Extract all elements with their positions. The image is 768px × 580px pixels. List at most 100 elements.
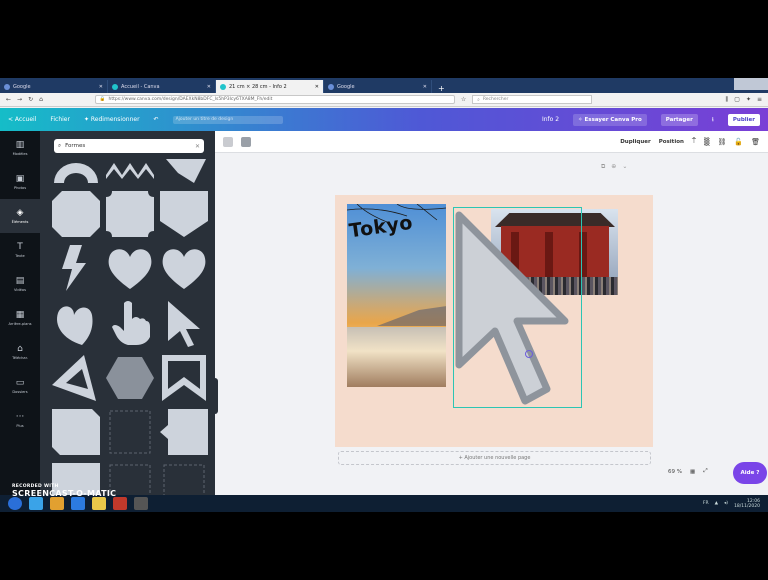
color-swatch[interactable]: [223, 136, 233, 147]
rail-text[interactable]: T Texte: [0, 233, 40, 267]
info-label[interactable]: Info 2: [542, 116, 559, 123]
lock-icon[interactable]: 🔓: [734, 138, 743, 146]
resize-button[interactable]: ✦ Redimensionner: [84, 116, 140, 123]
library-icon[interactable]: ⫼: [726, 96, 729, 104]
design-page[interactable]: Tokyo: [335, 195, 653, 447]
rail-uploads[interactable]: ⌂ Téléchar.: [0, 335, 40, 369]
heart-shape[interactable]: [106, 245, 154, 291]
dashed-frame-shape[interactable]: [106, 409, 154, 455]
rail-more[interactable]: ··· Plus: [0, 403, 40, 437]
google-favicon-icon: [4, 83, 10, 90]
close-icon[interactable]: ✕: [99, 84, 103, 90]
paint-roller-icon[interactable]: ⍑: [692, 137, 696, 146]
octagon-frame-shape[interactable]: [52, 191, 100, 237]
bookmark-outline-shape[interactable]: [160, 355, 208, 401]
transparency-icon[interactable]: ▒: [704, 138, 709, 146]
videos-icon: ▤: [15, 275, 25, 286]
rail-videos[interactable]: ▤ Vidéos: [0, 267, 40, 301]
word-icon[interactable]: [71, 497, 85, 510]
network-icon[interactable]: ▲: [715, 501, 718, 506]
fullscreen-icon[interactable]: ⤢: [703, 468, 707, 475]
close-icon[interactable]: ✕: [315, 84, 319, 90]
google-favicon-icon: [328, 83, 334, 90]
browser-tab-bar: Google ✕ Accueil - Canva ✕ 21 cm × 28 cm…: [0, 78, 768, 93]
bookmark-icon[interactable]: ☆: [461, 96, 466, 103]
close-icon[interactable]: ✕: [207, 84, 211, 90]
zigzag-shape[interactable]: [106, 159, 154, 179]
reload-icon[interactable]: ↻: [28, 96, 33, 103]
rail-folders[interactable]: ▭ Dossiers: [0, 369, 40, 403]
share-button[interactable]: Partager: [660, 113, 698, 126]
home-button[interactable]: < Accueil: [8, 116, 36, 123]
lightning-shape[interactable]: [52, 245, 100, 291]
download-icon[interactable]: ⭳: [712, 115, 714, 125]
scalloped-frame-shape[interactable]: [106, 191, 154, 237]
cursor-arrow-element[interactable]: [453, 209, 581, 409]
position-button[interactable]: Position: [659, 139, 684, 145]
ie-icon[interactable]: [29, 497, 43, 510]
try-pro-button[interactable]: ✧ Essayer Canva Pro: [573, 113, 647, 126]
shapes-search-input[interactable]: ⌕ Formes ✕: [54, 139, 204, 153]
duplicate-button[interactable]: Dupliquer: [620, 139, 650, 145]
shield-shape[interactable]: [160, 191, 208, 237]
copy-page-icon[interactable]: ⧉: [601, 163, 605, 171]
address-bar[interactable]: 🔒 https://www.canva.com/design/DAEXkN8bD…: [94, 95, 455, 104]
triangle-outline-shape[interactable]: [52, 355, 100, 401]
app-icon[interactable]: [134, 497, 148, 510]
start-icon[interactable]: [8, 497, 22, 510]
help-button[interactable]: Aide ?: [733, 462, 767, 484]
tilted-heart-shape[interactable]: [52, 299, 100, 347]
explorer-icon[interactable]: [92, 497, 106, 510]
new-tab-button[interactable]: +: [432, 84, 451, 93]
heart-shape-2[interactable]: [160, 245, 208, 291]
more-icon: ···: [15, 411, 25, 422]
undo-icon[interactable]: ↶: [154, 116, 159, 123]
home-icon[interactable]: ⌂: [39, 96, 43, 103]
rotate-handle[interactable]: [525, 350, 533, 358]
media-icon[interactable]: [113, 497, 127, 510]
close-icon[interactable]: ✕: [423, 84, 427, 90]
back-icon[interactable]: ←: [6, 96, 11, 103]
panel-collapse-handle[interactable]: [212, 378, 218, 414]
add-page-button[interactable]: + Ajouter une nouvelle page: [338, 451, 651, 465]
volume-icon[interactable]: ◂): [724, 501, 728, 506]
firefox-icon[interactable]: [50, 497, 64, 510]
forward-icon[interactable]: →: [17, 96, 22, 103]
browser-tab-canva-home[interactable]: Accueil - Canva ✕: [108, 80, 216, 93]
zoom-level[interactable]: 69 %: [668, 469, 682, 475]
hand-pointer-shape[interactable]: [106, 299, 154, 347]
file-menu[interactable]: Fichier: [50, 116, 70, 123]
menu-icon[interactable]: ≡: [757, 96, 762, 104]
clock[interactable]: 12:06 18/11/2020: [734, 499, 760, 509]
hexagon-shape[interactable]: [106, 355, 154, 401]
color-swatch-2[interactable]: [241, 136, 251, 147]
sidebar-icon[interactable]: ▢: [734, 96, 740, 104]
grid-view-icon[interactable]: ▦: [690, 469, 695, 475]
rail-backgrounds[interactable]: ▦ Arrière-plans: [0, 301, 40, 335]
arc-shape[interactable]: [52, 159, 100, 183]
lock-icon: 🔒: [99, 97, 106, 102]
rail-templates[interactable]: ▥ Modèles: [0, 131, 40, 165]
publish-button[interactable]: Publier: [727, 113, 760, 126]
cursor-arrow-shape[interactable]: [160, 299, 208, 347]
rail-elements[interactable]: ◈ Éléments: [0, 199, 40, 233]
more-page-icon[interactable]: ⌄: [622, 163, 627, 171]
window-controls[interactable]: [734, 78, 768, 90]
tag-shape[interactable]: [160, 409, 208, 455]
design-title-input[interactable]: Ajouter un titre de design: [172, 115, 283, 124]
uploads-icon: ⌂: [17, 343, 23, 354]
clear-search-icon[interactable]: ✕: [195, 143, 200, 150]
browser-search-input[interactable]: ⌕ Rechercher: [472, 95, 593, 104]
tokyo-sunset-photo[interactable]: Tokyo: [347, 204, 446, 387]
rail-photos[interactable]: ▣ Photos: [0, 165, 40, 199]
flag-icon[interactable]: FR: [703, 501, 709, 506]
browser-tab-design[interactable]: 21 cm × 28 cm - Info 2 ✕: [216, 80, 324, 93]
folded-corner-shape[interactable]: [52, 409, 100, 455]
trash-icon[interactable]: 🗑: [751, 138, 760, 146]
add-page-icon[interactable]: ⊕: [611, 163, 616, 171]
browser-tab-google-2[interactable]: Google ✕: [324, 80, 432, 93]
extension-icon[interactable]: ✦: [746, 96, 751, 104]
link-icon[interactable]: ⛓: [718, 138, 727, 146]
bolt-shape[interactable]: [160, 159, 208, 183]
browser-tab-google[interactable]: Google ✕: [0, 80, 108, 93]
